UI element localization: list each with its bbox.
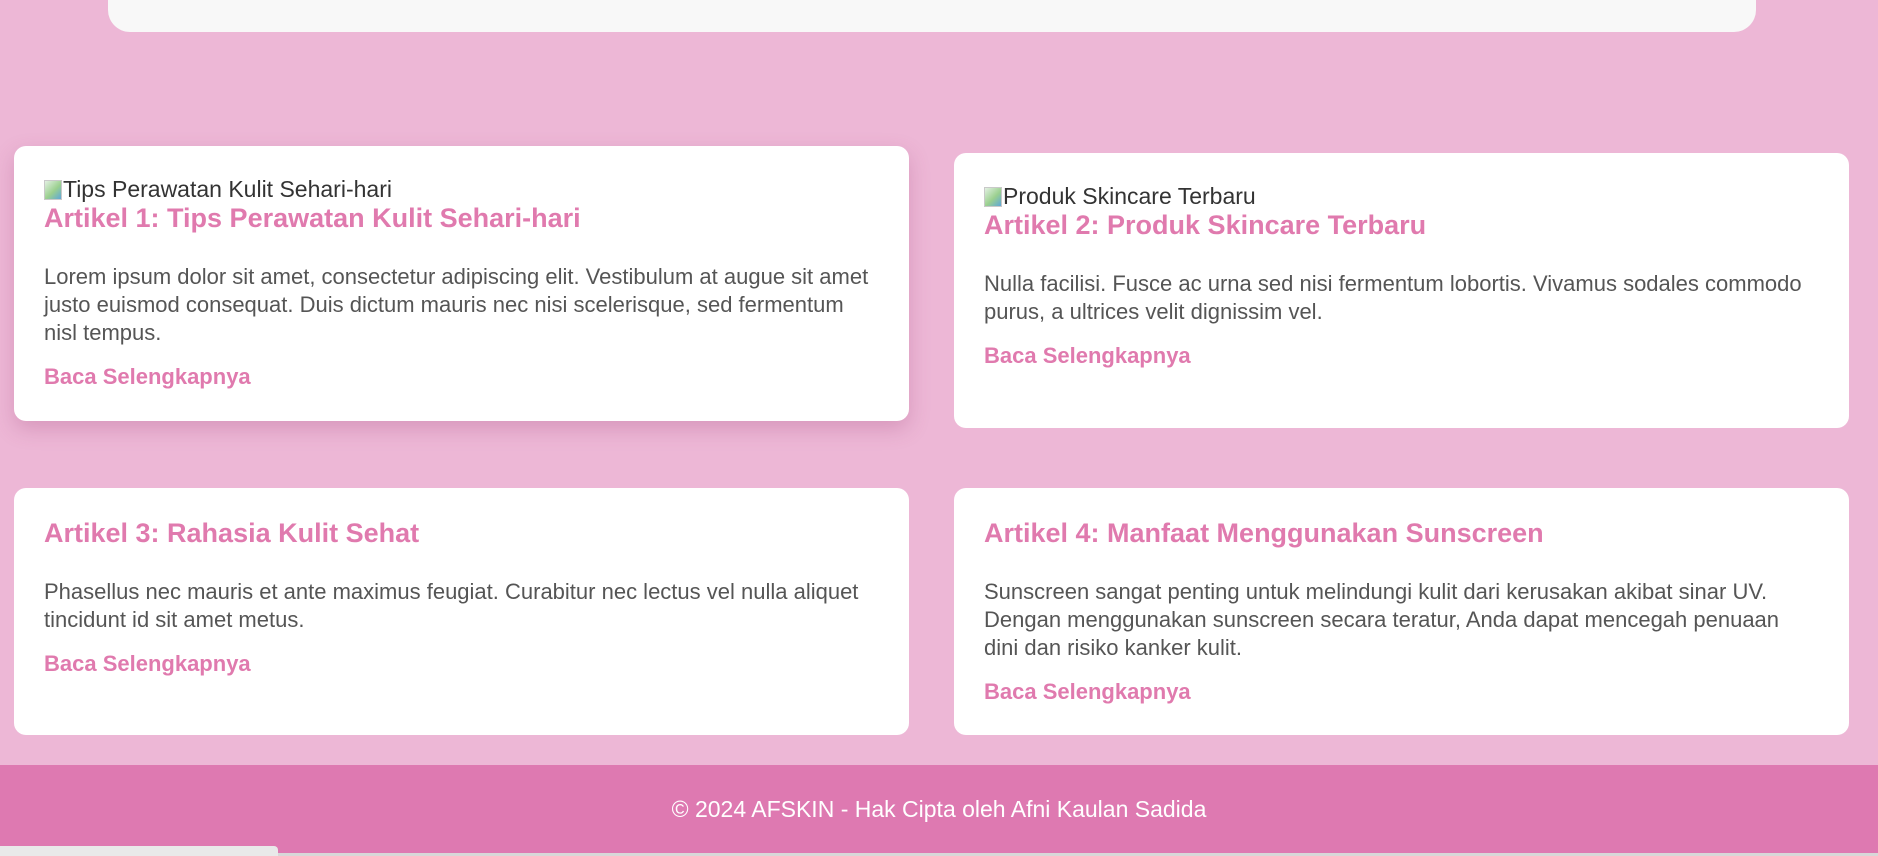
article-card-1: Tips Perawatan Kulit Sehari-hari Artikel… [14,146,909,421]
article-3-title: Artikel 3: Rahasia Kulit Sehat [44,518,420,548]
browser-status-bar [0,846,278,856]
article-4-read-more-link[interactable]: Baca Selengkapnya [984,679,1191,705]
page-footer: © 2024 AFSKIN - Hak Cipta oleh Afni Kaul… [0,765,1878,853]
article-1-image-alt: Tips Perawatan Kulit Sehari-hari [63,176,392,202]
article-2-image: Produk Skincare Terbaru [984,183,1256,209]
article-2-image-alt: Produk Skincare Terbaru [1003,183,1256,209]
broken-image-icon [984,187,1002,207]
article-4-title: Artikel 4: Manfaat Menggunakan Sunscreen [984,518,1544,548]
article-card-2: Produk Skincare Terbaru Artikel 2: Produ… [954,153,1849,428]
article-3-read-more-link[interactable]: Baca Selengkapnya [44,651,251,677]
broken-image-icon [44,180,62,200]
footer-copyright: © 2024 AFSKIN - Hak Cipta oleh Afni Kaul… [671,796,1207,822]
article-1-title: Artikel 1: Tips Perawatan Kulit Sehari-h… [44,203,581,233]
article-2-title: Artikel 2: Produk Skincare Terbaru [984,210,1427,240]
article-1-read-more-link[interactable]: Baca Selengkapnya [44,364,251,390]
article-card-3: Artikel 3: Rahasia Kulit Sehat Phasellus… [14,488,909,735]
top-content-panel [108,0,1756,32]
article-3-body: Phasellus nec mauris et ante maximus feu… [44,579,859,632]
article-2-body: Nulla facilisi. Fusce ac urna sed nisi f… [984,271,1802,324]
article-1-body: Lorem ipsum dolor sit amet, consectetur … [44,264,869,345]
article-card-4: Artikel 4: Manfaat Menggunakan Sunscreen… [954,488,1849,735]
article-1-image: Tips Perawatan Kulit Sehari-hari [44,176,392,202]
article-4-body: Sunscreen sangat penting untuk melindung… [984,579,1780,660]
article-2-read-more-link[interactable]: Baca Selengkapnya [984,343,1191,369]
